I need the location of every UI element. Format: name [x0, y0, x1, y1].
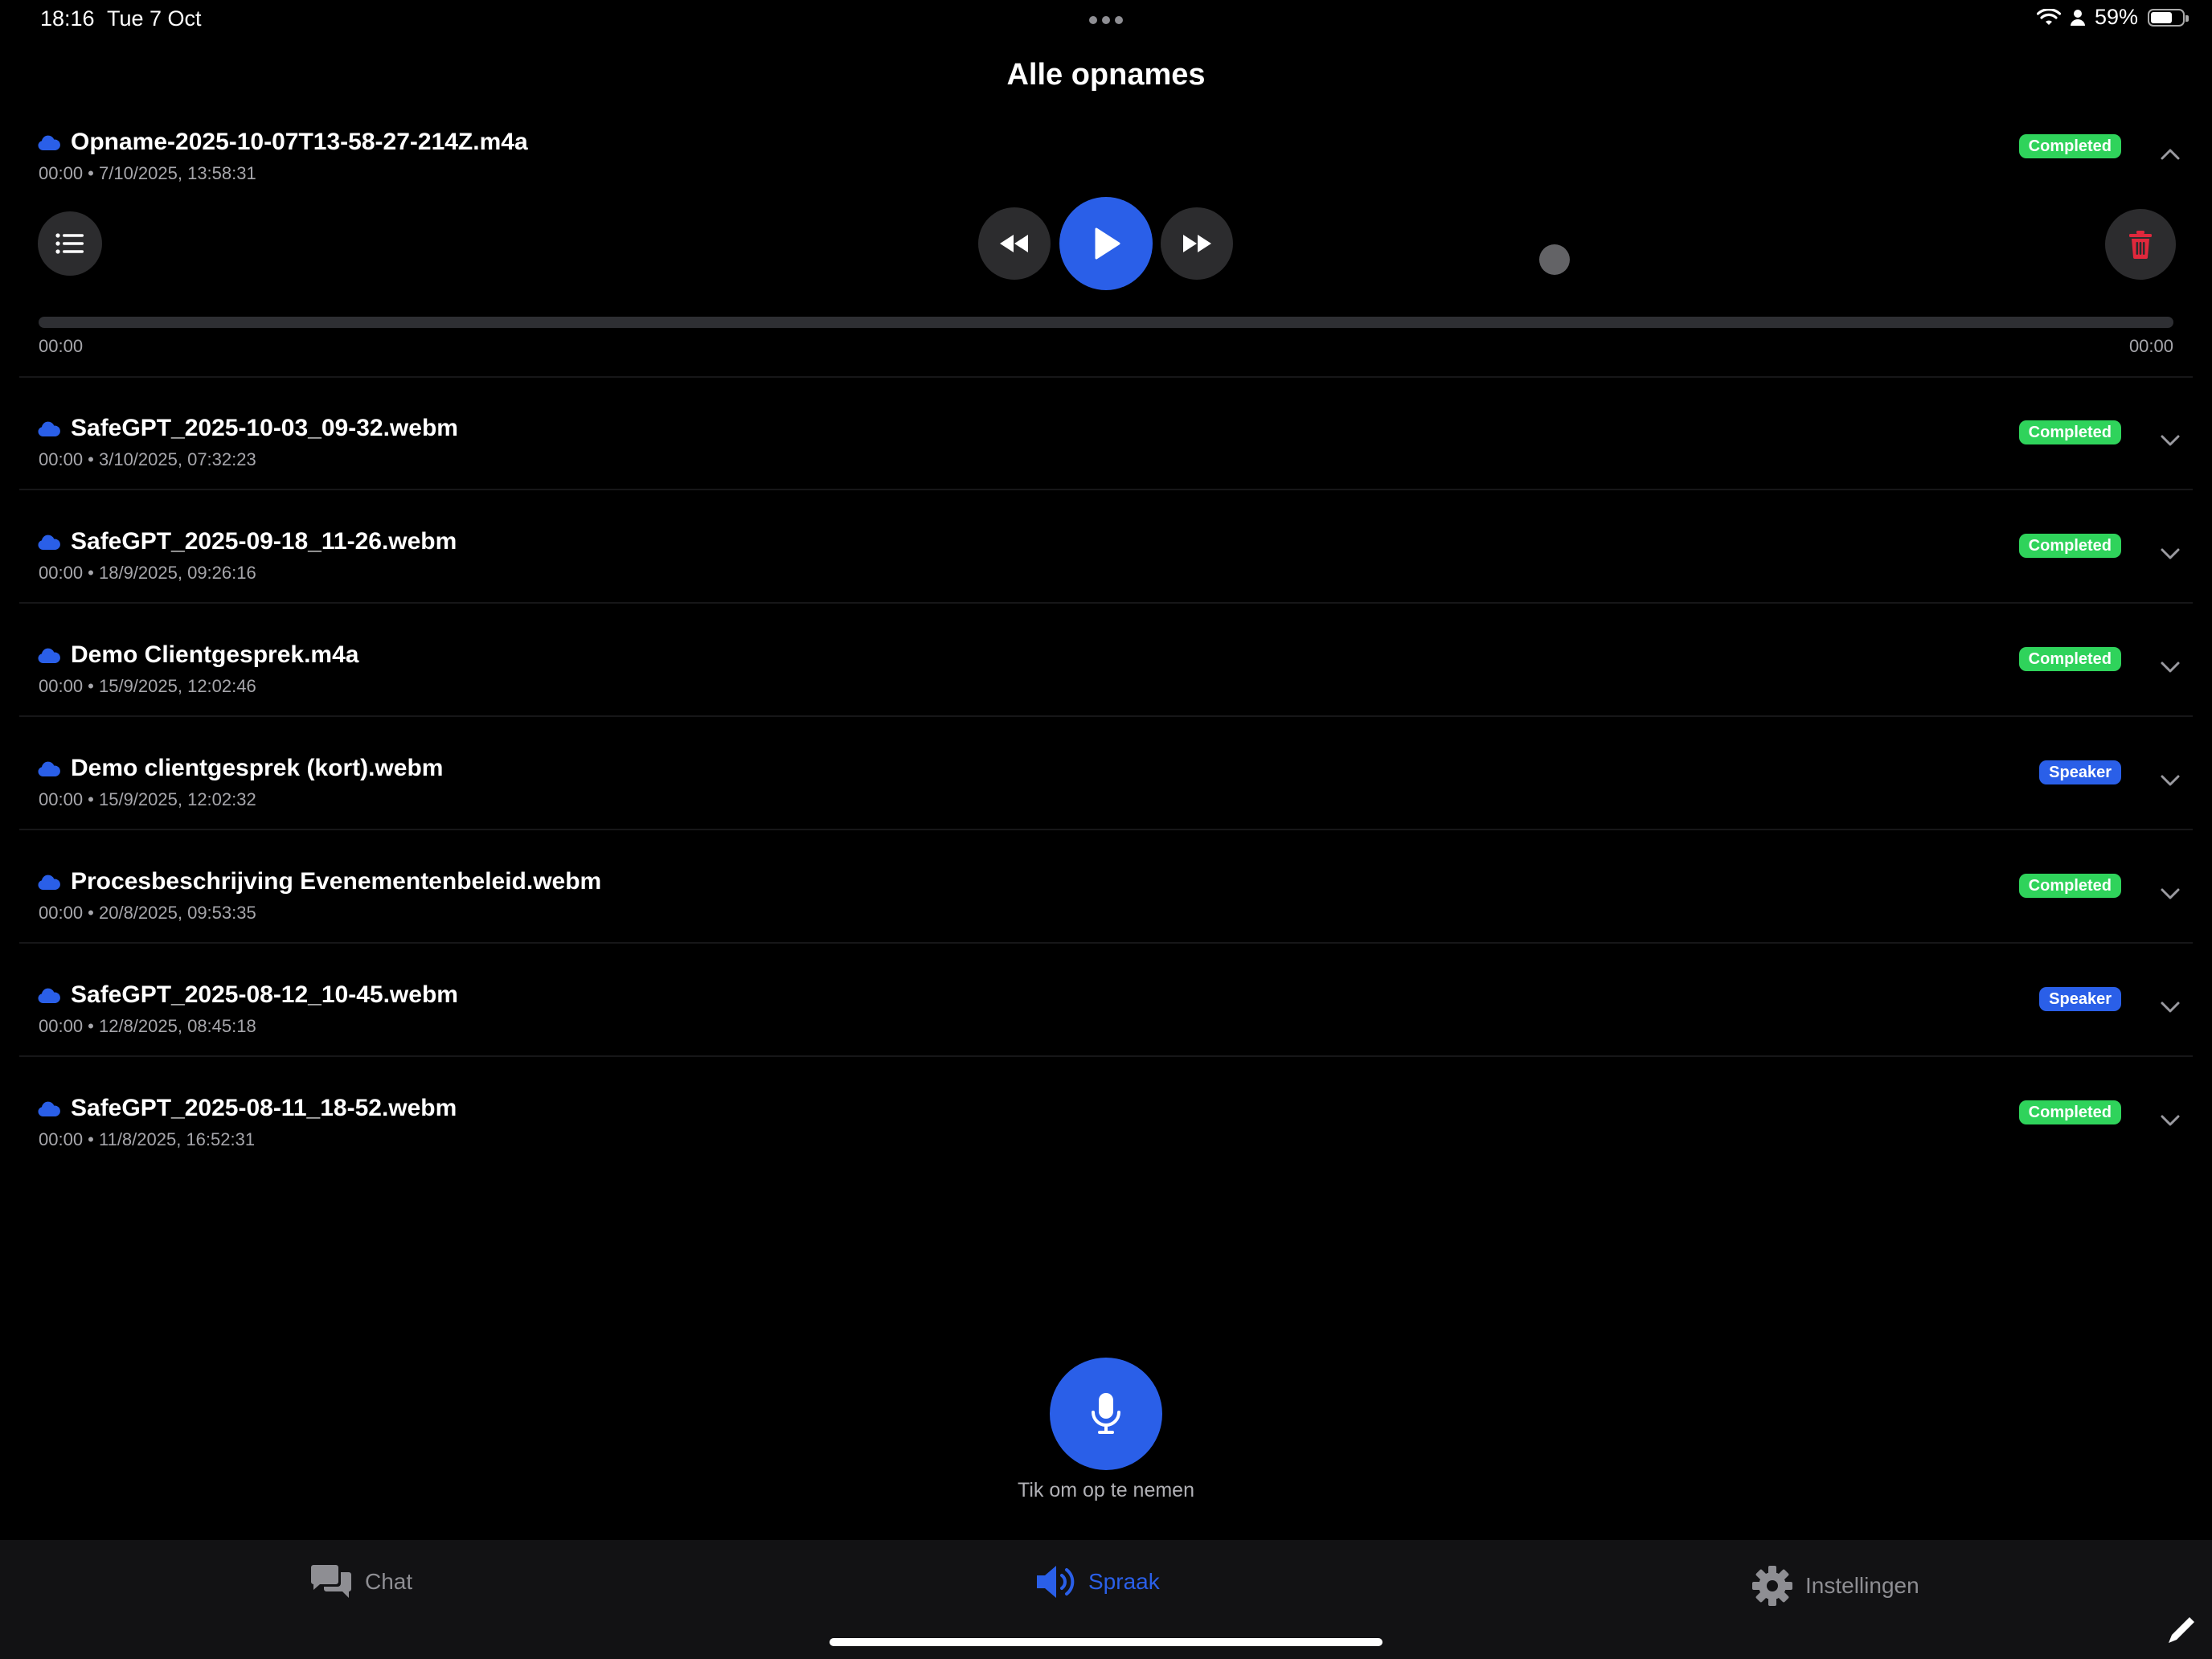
- multitasking-dots[interactable]: [1089, 16, 1123, 24]
- recording-meta: 00:00 • 15/9/2025, 12:02:46: [39, 676, 256, 696]
- recording-name[interactable]: Procesbeschrijving Evenementenbeleid.web…: [71, 868, 601, 895]
- status-date: Tue 7 Oct: [107, 6, 202, 31]
- recording-meta: 00:00 • 7/10/2025, 13:58:31: [39, 163, 256, 183]
- chevron-down-icon[interactable]: [2156, 426, 2185, 455]
- cloud-icon: [38, 648, 60, 663]
- tab-spraak-label: Spraak: [1088, 1569, 1160, 1594]
- person-icon: [2070, 9, 2085, 26]
- status-badge: Completed: [2018, 874, 2121, 898]
- recording-meta: 00:00 • 20/8/2025, 09:53:35: [39, 903, 256, 923]
- cloud-icon: [38, 535, 60, 550]
- row-divider: [19, 1055, 2193, 1057]
- tab-chat[interactable]: Chat: [309, 1564, 412, 1600]
- pointer-indicator: [1539, 244, 1570, 275]
- chevron-down-icon[interactable]: [2156, 653, 2185, 682]
- tab-chat-label: Chat: [365, 1569, 413, 1594]
- chat-icon: [311, 1565, 351, 1598]
- cloud-icon: [38, 1101, 60, 1116]
- wifi-icon: [2036, 8, 2061, 25]
- status-badge: Speaker: [2039, 760, 2121, 784]
- chevron-down-icon[interactable]: [2156, 993, 2185, 1022]
- status-indicators: 59%: [2036, 5, 2189, 30]
- recording-name[interactable]: SafeGPT_2025-08-11_18-52.webm: [71, 1095, 457, 1122]
- recording-meta: 00:00 • 3/10/2025, 07:32:23: [39, 449, 256, 469]
- recording-name[interactable]: Demo Clientgesprek.m4a: [71, 641, 358, 669]
- fast-forward-button[interactable]: [1161, 207, 1233, 280]
- delete-button[interactable]: [2105, 209, 2176, 280]
- status-badge: Completed: [2018, 647, 2121, 671]
- home-indicator[interactable]: [830, 1638, 1382, 1646]
- status-badge: Completed: [2018, 420, 2121, 444]
- play-icon: [1095, 227, 1120, 260]
- recording-meta: 00:00 • 11/8/2025, 16:52:31: [39, 1129, 256, 1149]
- row-divider: [19, 376, 2193, 378]
- recording-name[interactable]: SafeGPT_2025-10-03_09-32.webm: [71, 415, 458, 442]
- record-button[interactable]: [1050, 1358, 1162, 1470]
- row-divider: [19, 829, 2193, 830]
- recording-meta: 00:00 • 12/8/2025, 08:45:18: [39, 1016, 256, 1036]
- row-divider: [19, 489, 2193, 490]
- total-time: 00:00: [2128, 336, 2173, 356]
- page-title: Alle opnames: [1006, 58, 1206, 92]
- battery-icon: [2148, 8, 2189, 27]
- status-badge: Speaker: [2039, 987, 2121, 1011]
- row-divider: [19, 715, 2193, 717]
- trash-icon: [2129, 231, 2152, 259]
- status-badge: Completed: [2018, 1100, 2121, 1124]
- list-icon: [55, 233, 84, 254]
- rewind-icon: [1000, 235, 1028, 252]
- fast-forward-icon: [1183, 235, 1211, 252]
- chevron-down-icon[interactable]: [2156, 879, 2185, 908]
- row-divider: [19, 942, 2193, 944]
- speaker-icon: [1037, 1566, 1075, 1598]
- play-button[interactable]: [1059, 197, 1153, 290]
- battery-percentage: 59%: [2094, 5, 2138, 29]
- recording-meta: 00:00 • 18/9/2025, 09:26:16: [39, 563, 256, 583]
- recording-name[interactable]: Opname-2025-10-07T13-58-27-214Z.m4a: [71, 129, 528, 156]
- tab-instellingen[interactable]: Instellingen: [1751, 1564, 1919, 1608]
- status-badge: Completed: [2018, 534, 2121, 558]
- recording-name[interactable]: SafeGPT_2025-09-18_11-26.webm: [71, 528, 457, 555]
- recording-name[interactable]: Demo clientgesprek (kort).webm: [71, 755, 443, 782]
- row-divider: [19, 602, 2193, 604]
- cloud-icon: [38, 875, 60, 890]
- elapsed-time: 00:00: [39, 336, 84, 356]
- cloud-icon: [38, 761, 60, 776]
- status-badge: Completed: [2018, 134, 2121, 158]
- cloud-icon: [38, 988, 60, 1003]
- recording-meta: 00:00 • 15/9/2025, 12:02:32: [39, 789, 256, 809]
- cloud-icon: [38, 135, 60, 150]
- cloud-icon: [38, 421, 60, 436]
- pencil-icon[interactable]: [2165, 1612, 2199, 1646]
- microphone-icon: [1092, 1393, 1120, 1434]
- recording-name[interactable]: SafeGPT_2025-08-12_10-45.webm: [71, 981, 458, 1009]
- status-time: 18:16: [40, 6, 95, 31]
- transcript-list-button[interactable]: [38, 211, 102, 276]
- chevron-down-icon[interactable]: [2156, 766, 2185, 795]
- chevron-up-icon[interactable]: [2156, 140, 2185, 169]
- playback-progress-bar[interactable]: [39, 317, 2173, 328]
- chevron-down-icon[interactable]: [2156, 1106, 2185, 1135]
- record-hint: Tik om op te nemen: [1017, 1479, 1194, 1501]
- chevron-down-icon[interactable]: [2156, 539, 2185, 568]
- tab-instellingen-label: Instellingen: [1805, 1573, 1919, 1598]
- tab-spraak[interactable]: Spraak: [1035, 1564, 1160, 1600]
- rewind-button[interactable]: [978, 207, 1051, 280]
- gear-icon: [1752, 1566, 1792, 1606]
